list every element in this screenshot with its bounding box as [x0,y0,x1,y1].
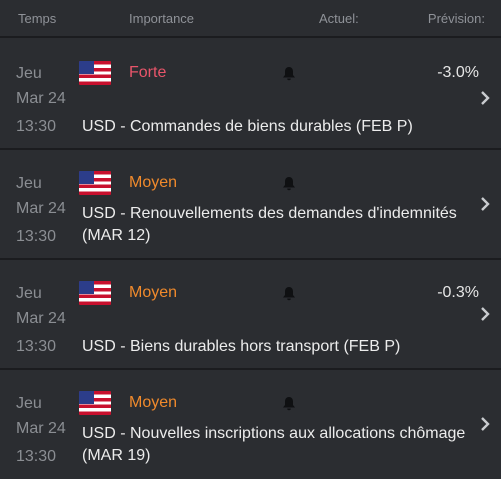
header-actual: Actuel: [319,11,359,26]
importance-label: Moyen [129,174,178,191]
actual-value: -3.0% [437,64,479,81]
event-day: Jeu [16,395,42,412]
importance-label: Forte [129,64,167,81]
chevron-right-icon[interactable] [479,306,491,322]
event-day: Jeu [16,285,42,302]
chevron-right-icon[interactable] [479,196,491,212]
event-title: USD - Biens durables hors transport (FEB… [82,338,401,355]
event-date: Mar 24 [16,420,66,437]
event-date: Mar 24 [16,310,66,327]
bell-icon[interactable] [282,286,296,301]
event-list: Jeu Mar 24 13:30 Forte -3.0% USD - Comma… [0,40,501,478]
us-flag-icon [79,391,111,415]
event-time: 13:30 [16,448,57,465]
chevron-right-icon[interactable] [479,90,491,106]
importance-label: Moyen [129,284,178,301]
event-title: USD - Commandes de biens durables (FEB P… [82,118,413,135]
event-row[interactable]: Jeu Mar 24 13:30 Moyen USD - Renouvellem… [0,150,501,260]
us-flag-icon [79,281,111,305]
us-flag-icon [79,171,111,195]
event-day: Jeu [16,175,42,192]
chevron-right-icon[interactable] [479,416,491,432]
bell-icon[interactable] [282,176,296,191]
event-date: Mar 24 [16,90,66,107]
event-time: 13:30 [16,338,57,355]
importance-label: Moyen [129,394,178,411]
header-time: Temps [18,11,57,26]
column-header: Temps Importance Actuel: Prévision: [0,0,501,38]
event-title: USD - Nouvelles inscriptions aux allocat… [82,425,466,464]
event-row[interactable]: Jeu Mar 24 13:30 Forte -3.0% USD - Comma… [0,40,501,150]
us-flag-icon [79,61,111,85]
event-row[interactable]: Jeu Mar 24 13:30 Moyen USD - Nouvelles i… [0,370,501,478]
actual-value: -0.3% [437,284,479,301]
header-forecast: Prévision: [427,11,485,26]
bell-icon[interactable] [282,66,296,81]
header-importance: Importance [129,11,195,26]
event-day: Jeu [16,65,42,82]
event-row[interactable]: Jeu Mar 24 13:30 Moyen -0.3% USD - Biens… [0,260,501,370]
event-time: 13:30 [16,228,57,245]
event-title: USD - Renouvellements des demandes d'ind… [82,205,457,244]
event-time: 13:30 [16,118,57,135]
bell-icon[interactable] [282,396,296,411]
event-date: Mar 24 [16,200,66,217]
